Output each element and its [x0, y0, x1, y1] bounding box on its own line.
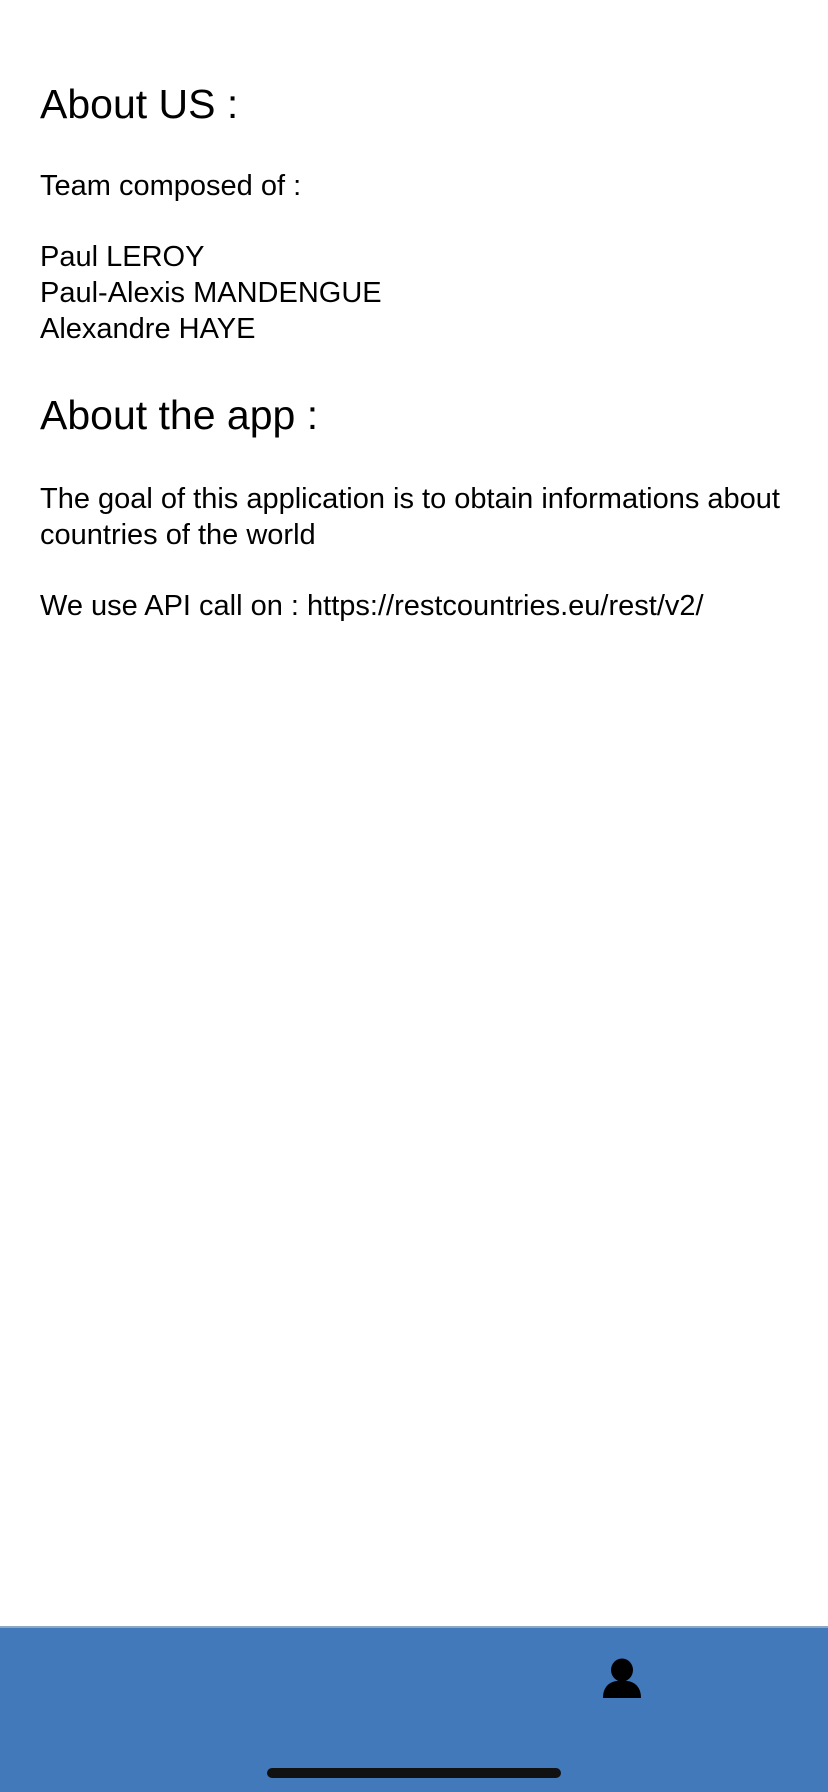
api-info-text: We use API call on : https://restcountri… — [40, 590, 704, 622]
tab-profile[interactable] — [596, 1652, 648, 1704]
team-members-list: Paul LEROY Paul-Alexis MANDENGUE Alexand… — [40, 239, 788, 347]
about-content: About US : Team composed of : Paul LEROY… — [40, 80, 788, 624]
app-goal-text: The goal of this application is to obtai… — [40, 483, 780, 551]
home-indicator — [267, 1768, 561, 1778]
about-us-heading: About US : — [40, 81, 239, 127]
team-intro-text: Team composed of : — [40, 170, 302, 202]
bottom-tab-bar — [0, 1626, 828, 1792]
person-icon — [603, 1658, 641, 1698]
team-member: Paul LEROY — [40, 241, 205, 273]
about-app-heading: About the app : — [40, 392, 319, 438]
team-member: Paul-Alexis MANDENGUE — [40, 277, 382, 309]
team-member: Alexandre HAYE — [40, 313, 256, 345]
